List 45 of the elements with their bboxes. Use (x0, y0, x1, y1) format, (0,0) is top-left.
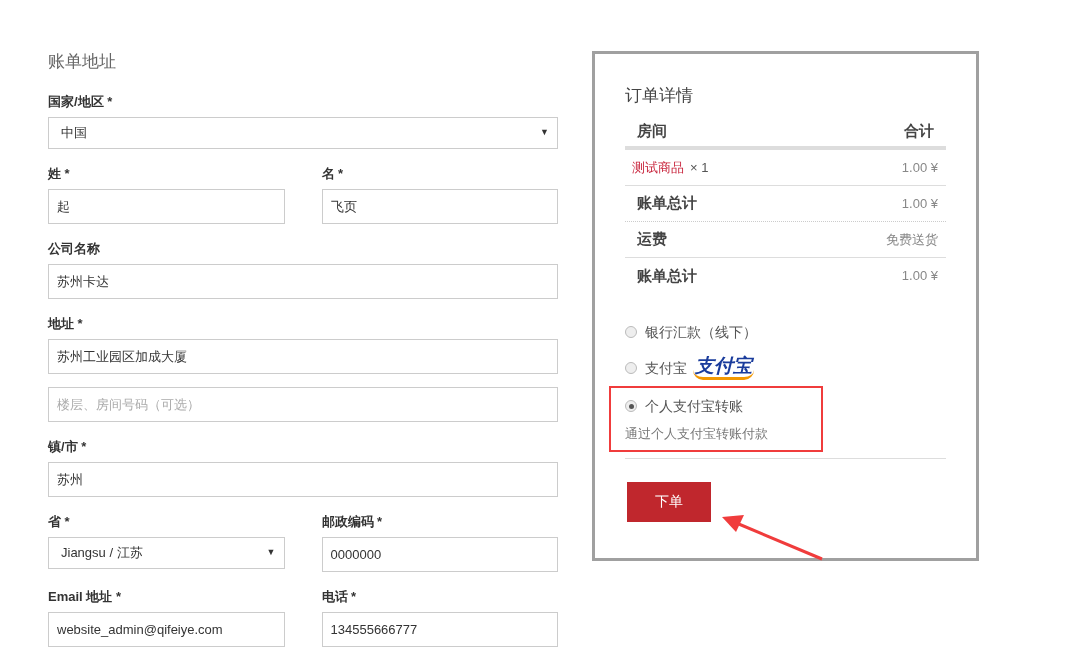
row-label: 账单总计 (636, 265, 697, 286)
input-field[interactable]: 0000000 (321, 537, 558, 572)
field-label: 电话 * (321, 588, 358, 606)
field-label: Email 地址 * (48, 588, 122, 606)
input-field[interactable]: 苏州 (48, 462, 558, 497)
row-label: 运费 (636, 229, 667, 250)
quantity: × 1 (690, 158, 709, 177)
input-field[interactable]: 苏州卡达 (48, 264, 558, 299)
field-label: 邮政编码 * (321, 513, 384, 531)
input-field[interactable]: website_admin@qifeiye.com (48, 612, 285, 647)
product-link[interactable]: 测试商品 (632, 157, 684, 178)
radio-button[interactable] (625, 326, 637, 338)
input-field[interactable]: 起 (48, 189, 285, 224)
field-label: 名 * (321, 165, 345, 183)
radio-button[interactable] (625, 400, 637, 412)
row-value: 1.00 ¥ (901, 267, 938, 286)
section-heading: 账单地址 (48, 51, 117, 73)
dropdown[interactable]: 中国 ▼ (48, 117, 558, 149)
row-value: 1.00 ¥ (901, 158, 938, 177)
dropdown[interactable]: Jiangsu / 江苏 ▼ (48, 537, 285, 569)
radio-button[interactable] (625, 362, 637, 374)
field-label: 姓 * (48, 165, 71, 183)
input-field[interactable]: 楼层、房间号码（可选） (48, 387, 558, 422)
input-field[interactable]: 苏州工业园区加成大厦 (48, 339, 558, 374)
place-order-button[interactable]: 下单 (627, 481, 711, 522)
payment-logo: 支付宝 (693, 356, 754, 380)
panel-title: 订单详情 (625, 85, 694, 107)
input-field[interactable]: 飞页 (321, 189, 558, 224)
row-value: 1.00 ¥ (901, 194, 938, 213)
field-label: 省 * (48, 513, 71, 531)
input-field[interactable]: 134555666777 (321, 612, 558, 647)
field-label: 国家/地区 * (48, 93, 114, 111)
payment-description: 通过个人支付宝转账付款 (625, 425, 769, 443)
caret-icon: ▼ (266, 546, 276, 560)
caret-icon: ▼ (540, 126, 549, 140)
column-header: 合计 (904, 120, 934, 141)
field-label: 地址 * (48, 315, 84, 333)
field-label: 镇/市 * (48, 438, 88, 456)
row-value: 免费送货 (886, 230, 938, 249)
payment-option-label: 支付宝 (645, 358, 687, 378)
field-label: 公司名称 (48, 240, 101, 258)
row-label: 账单总计 (636, 193, 697, 214)
column-header: 房间 (637, 120, 667, 141)
payment-option-label: 个人支付宝转账 (645, 396, 743, 416)
payment-option-label: 银行汇款（线下） (645, 322, 757, 342)
